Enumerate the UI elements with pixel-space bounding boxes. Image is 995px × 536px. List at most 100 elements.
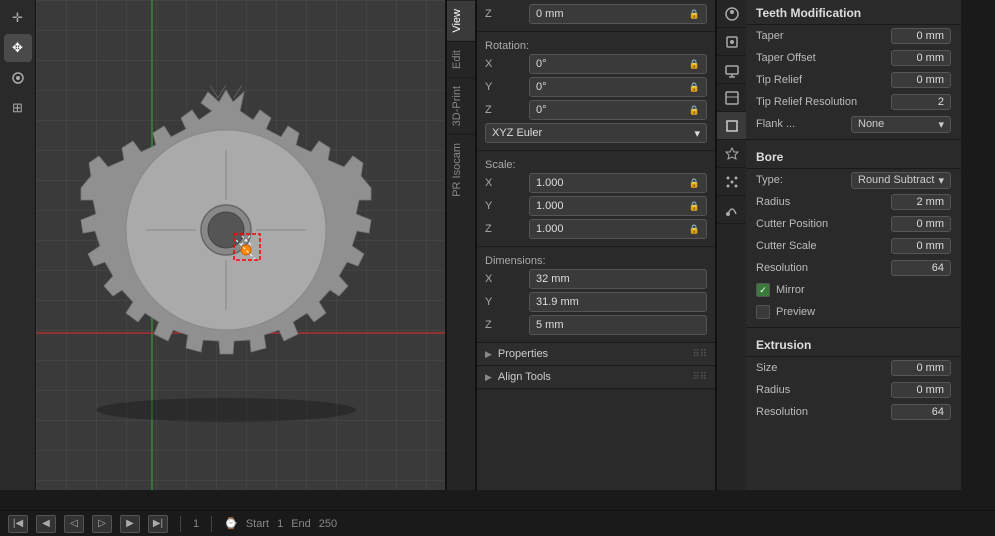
rotation-x-lock-icon[interactable]: 🔒 [689,59,700,70]
dim-x-field[interactable]: 32 mm [529,269,707,289]
vtab-object[interactable] [717,112,747,140]
vertical-tabs [716,0,746,490]
tip-relief-resolution-label: Tip Relief Resolution [756,96,887,108]
dimensions-section: Dimensions: X 32 mm Y 31.9 mm Z 5 mm [477,247,715,343]
mirror-row: ✓ Mirror [746,279,961,301]
scale-y-field[interactable]: 1.000 🔒 [529,196,707,216]
rotation-x-field[interactable]: 0° 🔒 [529,54,707,74]
extrusion-resolution-value[interactable]: 64 [891,404,951,420]
align-tools-collapse[interactable]: ▶ Align Tools ⠿⠿ [477,366,715,389]
extrusion-title: Extrusion [746,332,961,357]
taper-value[interactable]: 0 mm [891,28,951,44]
tab-view[interactable]: View [447,0,475,41]
rotation-label: Rotation: [485,40,529,52]
tip-relief-value[interactable]: 0 mm [891,72,951,88]
playback-start-btn[interactable]: |◀ [8,515,28,533]
euler-mode-value: XYZ Euler [492,127,542,139]
bore-type-row: Type: Round Subtract ▾ [746,169,961,191]
main-area: ✛ ✥ ⊞ [0,0,995,510]
dimensions-label: Dimensions: [485,255,546,267]
scale-x-label: X [485,177,525,189]
bore-type-select[interactable]: Round Subtract ▾ [851,172,951,189]
scale-x-lock-icon[interactable]: 🔒 [689,178,700,189]
left-toolbar: ✛ ✥ ⊞ [0,0,36,490]
rotation-section: Rotation: X 0° 🔒 Y 0° 🔒 Z 0° [477,32,715,151]
camera-orbit-icon[interactable] [4,64,32,92]
scale-y-label: Y [485,200,525,212]
teeth-modification-title: Teeth Modification [746,0,961,25]
cutter-scale-value[interactable]: 0 mm [891,238,951,254]
extrusion-size-value[interactable]: 0 mm [891,360,951,376]
scale-y-lock-icon[interactable]: 🔒 [689,201,700,212]
dim-y-row: Y 31.9 mm [485,292,707,312]
right-panel: Teeth Modification Taper 0 mm Taper Offs… [746,0,961,490]
top-tabs-panel: View Edit 3D-Print PR Isocam [446,0,476,490]
vtab-physics[interactable] [717,196,747,224]
z-label: Z [485,8,525,20]
scale-z-field[interactable]: 1.000 🔒 [529,219,707,239]
tab-3dprint[interactable]: 3D-Print [447,77,475,134]
taper-offset-value[interactable]: 0 mm [891,50,951,66]
bore-radius-value[interactable]: 2 mm [891,194,951,210]
rotation-y-field[interactable]: 0° 🔒 [529,77,707,97]
align-tools-dots: ⠿⠿ [692,372,707,383]
scale-z-lock-icon[interactable]: 🔒 [689,224,700,235]
dim-y-field[interactable]: 31.9 mm [529,292,707,312]
move-icon[interactable]: ✥ [4,34,32,62]
viewport[interactable] [36,0,446,490]
scale-x-row: X 1.000 🔒 [485,173,707,193]
playback-back-btn[interactable]: ◁ [64,515,84,533]
tab-pr-isocam[interactable]: PR Isocam [447,134,475,205]
properties-label: Properties [498,348,548,360]
frame-label: 1 [193,518,199,530]
z-field[interactable]: 0 mm 🔒 [529,4,707,24]
gear-svg [66,40,406,440]
properties-collapse[interactable]: ▶ Properties ⠿⠿ [477,343,715,366]
scale-x-field[interactable]: 1.000 🔒 [529,173,707,193]
euler-mode-select[interactable]: XYZ Euler ▾ [485,123,707,143]
bb-divider-2 [211,516,212,532]
grid-icon[interactable]: ⊞ [4,94,32,122]
vtab-output[interactable] [717,56,747,84]
tab-edit[interactable]: Edit [447,41,475,77]
end-label: End [291,518,311,530]
cutter-scale-label: Cutter Scale [756,240,887,252]
playback-end-btn[interactable]: ▶| [148,515,168,533]
taper-row: Taper 0 mm [746,25,961,47]
bore-radius-label: Radius [756,196,887,208]
playback-prev-btn[interactable]: ◀ [36,515,56,533]
playback-play-btn[interactable]: ▷ [92,515,112,533]
start-label: Start [246,518,269,530]
mirror-checkbox[interactable]: ✓ [756,283,770,297]
extrusion-radius-row: Radius 0 mm [746,379,961,401]
cutter-position-value[interactable]: 0 mm [891,216,951,232]
vtab-render[interactable] [717,28,747,56]
bore-resolution-label: Resolution [756,262,887,274]
dim-x-row: X 32 mm [485,269,707,289]
bore-resolution-value[interactable]: 64 [891,260,951,276]
rotation-y-row: Y 0° 🔒 [485,77,707,97]
preview-checkbox[interactable] [756,305,770,319]
preview-label: Preview [776,306,951,318]
bore-type-value: Round Subtract [858,174,934,186]
cursor-icon[interactable]: ✛ [4,4,32,32]
vtab-particles[interactable] [717,168,747,196]
vtab-modifier[interactable] [717,140,747,168]
rotation-x-row: X 0° 🔒 [485,54,707,74]
extrusion-radius-value[interactable]: 0 mm [891,382,951,398]
flank-select[interactable]: None ▾ [851,116,951,133]
vtab-scene[interactable] [717,0,747,28]
tip-relief-resolution-value[interactable]: 2 [891,94,951,110]
rotation-y-lock-icon[interactable]: 🔒 [689,82,700,93]
divider-2 [746,327,961,328]
dim-z-label: Z [485,319,525,331]
vtab-view[interactable] [717,84,747,112]
rotation-z-lock-icon[interactable]: 🔒 [689,105,700,116]
cutter-scale-row: Cutter Scale 0 mm [746,235,961,257]
gear-container [56,20,416,460]
z-lock-icon[interactable]: 🔒 [689,9,700,20]
playback-next-btn[interactable]: ▶ [120,515,140,533]
dim-z-field[interactable]: 5 mm [529,315,707,335]
rotation-z-field[interactable]: 0° 🔒 [529,100,707,120]
bore-type-label: Type: [756,174,847,186]
